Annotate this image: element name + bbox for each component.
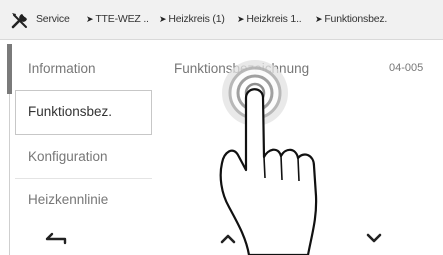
breadcrumb-item-funktionsbez[interactable]: ➤ Funktionsbez.	[315, 13, 387, 25]
breadcrumb-item-heizkreis[interactable]: ➤ Heizkreis (1)	[159, 13, 225, 25]
back-button[interactable]	[36, 223, 76, 253]
menu-item-funktionsbez[interactable]: Funktionsbez.	[15, 90, 152, 135]
breadcrumb-item-label: Heizkreis (1)	[168, 13, 225, 25]
breadcrumb-item-label: Heizkreis 1..	[246, 13, 302, 25]
left-border	[9, 94, 10, 255]
breadcrumb-item-service[interactable]: Service	[36, 13, 70, 25]
breadcrumb-separator-icon: ➤	[159, 14, 167, 24]
parameter-code: 04-005	[389, 62, 424, 74]
menu-item-heizkennlinie[interactable]: Heizkennlinie	[28, 192, 108, 207]
divider	[15, 178, 152, 179]
up-button[interactable]	[208, 223, 248, 253]
menu-item-information[interactable]: Information	[28, 61, 96, 76]
breadcrumb-item-tte-wez[interactable]: ➤ TTE-WEZ ..	[86, 13, 149, 25]
menu-item-label: Funktionsbez.	[28, 104, 113, 119]
scroll-indicator	[7, 44, 12, 94]
chevron-down-icon	[366, 233, 382, 243]
breadcrumb: Service ➤ TTE-WEZ .. ➤ Heizkreis (1) ➤ Heiz…	[0, 0, 443, 40]
down-button[interactable]	[354, 223, 394, 253]
breadcrumb-item-label: TTE-WEZ ..	[95, 13, 149, 25]
service-tools-icon[interactable]	[10, 11, 30, 31]
function-name-field[interactable]: Funktionsbezeichnung	[174, 61, 309, 76]
device-screen: Service ➤ TTE-WEZ .. ➤ Heizkreis (1) ➤ Heiz…	[0, 0, 443, 255]
breadcrumb-separator-icon: ➤	[315, 14, 323, 24]
tap-gesture-icon	[219, 60, 318, 255]
breadcrumb-item-label: Funktionsbez.	[324, 13, 388, 25]
back-arrow-icon	[45, 232, 67, 245]
chevron-up-icon	[220, 234, 236, 244]
breadcrumb-separator-icon: ➤	[237, 14, 245, 24]
menu-item-konfiguration[interactable]: Konfiguration	[28, 149, 108, 164]
breadcrumb-item-heizkreis-1[interactable]: ➤ Heizkreis 1..	[237, 13, 302, 25]
breadcrumb-separator-icon: ➤	[86, 14, 94, 24]
